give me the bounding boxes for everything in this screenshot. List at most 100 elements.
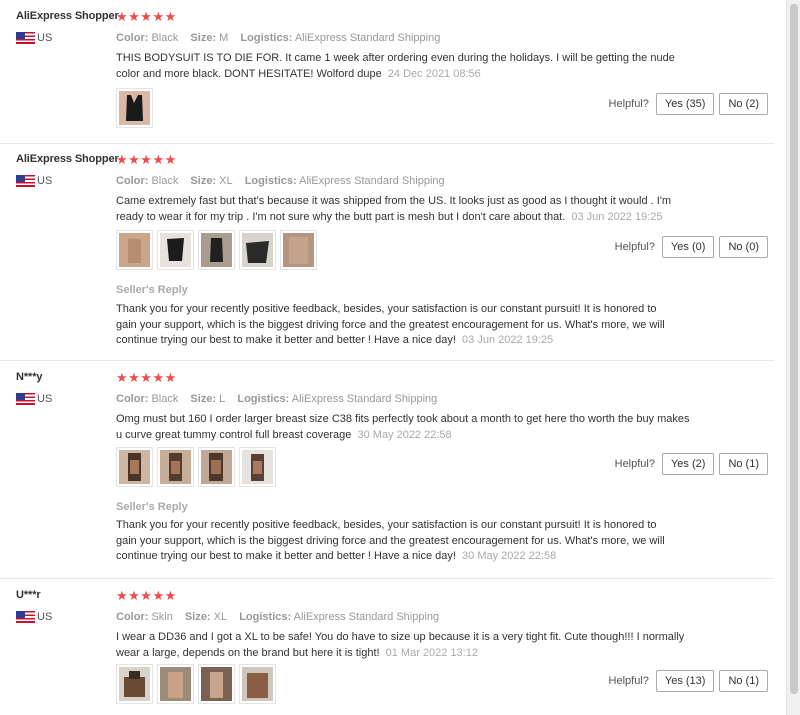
- helpful-no-button[interactable]: No (0): [719, 236, 768, 258]
- color-label: Color:: [116, 611, 149, 623]
- helpful-vote: Helpful? Yes (13) No (1): [609, 670, 768, 692]
- logistics-label: Logistics:: [237, 393, 290, 405]
- logistics-label: Logistics:: [239, 611, 292, 623]
- review-text: Came extremely fast but that's because i…: [116, 194, 696, 225]
- review-photo-thumbnail[interactable]: [157, 230, 194, 270]
- size-value: L: [219, 393, 226, 405]
- scrollbar-thumb[interactable]: [790, 4, 798, 694]
- star-rating: ★★★★★: [116, 152, 177, 167]
- seller-reply-title: Seller's Reply: [116, 501, 188, 513]
- country-code: US: [37, 393, 53, 405]
- photo-image: [201, 667, 232, 701]
- helpful-no-button[interactable]: No (1): [719, 453, 768, 475]
- logistics-value: AliExpress Standard Shipping: [291, 393, 438, 405]
- helpful-label: Helpful?: [608, 98, 649, 110]
- helpful-label: Helpful?: [608, 675, 649, 687]
- review-item: U***r US ★★★★★ Color: Skin Size: XL Logi…: [0, 589, 774, 715]
- review-date: 01 Mar 2022 13:12: [385, 646, 478, 659]
- photo-image: [160, 450, 191, 484]
- us-flag-icon: [16, 175, 35, 187]
- review-photo-thumbnail[interactable]: [198, 664, 235, 704]
- helpful-no-button[interactable]: No (2): [719, 93, 768, 115]
- review-photo-thumbnail[interactable]: [116, 230, 153, 270]
- review-photo-thumbnail[interactable]: [116, 88, 153, 128]
- review-text: I wear a DD36 and I got a XL to be safe!…: [116, 630, 696, 661]
- photo-image: [119, 667, 150, 701]
- review-photos: [116, 88, 153, 128]
- helpful-yes-button[interactable]: Yes (2): [661, 453, 715, 475]
- logistics-value: AliExpress Standard Shipping: [294, 32, 441, 44]
- seller-reply-date: 03 Jun 2022 19:25: [462, 334, 554, 346]
- helpful-yes-button[interactable]: Yes (13): [655, 670, 715, 692]
- color-label: Color:: [116, 175, 149, 187]
- us-flag-icon: [16, 611, 35, 623]
- photo-image: [242, 667, 273, 701]
- review-text: THIS BODYSUIT IS TO DIE FOR. It came 1 w…: [116, 51, 696, 82]
- reviewer-info: U***r US: [16, 589, 52, 623]
- country-code: US: [37, 175, 53, 187]
- color-value: Black: [151, 393, 179, 405]
- review-photo-thumbnail[interactable]: [116, 664, 153, 704]
- reviewer-country: US: [16, 175, 52, 187]
- reviewer-country: US: [16, 611, 52, 623]
- color-label: Color:: [116, 32, 149, 44]
- color-value: Black: [151, 175, 179, 187]
- review-photo-thumbnail[interactable]: [116, 447, 153, 487]
- photo-image: [119, 233, 150, 267]
- review-photo-thumbnail[interactable]: [157, 664, 194, 704]
- photo-image: [283, 233, 314, 267]
- color-label: Color:: [116, 393, 149, 405]
- reviewer-info: AliExpress Shopper US: [16, 10, 119, 44]
- logistics-value: AliExpress Standard Shipping: [299, 175, 445, 187]
- review-photo-thumbnail[interactable]: [239, 230, 276, 270]
- photo-image: [242, 450, 273, 484]
- star-rating: ★★★★★: [116, 588, 177, 603]
- review-photo-thumbnail[interactable]: [198, 230, 235, 270]
- review-item: AliExpress Shopper US ★★★★★ Color: Black…: [0, 10, 774, 144]
- review-date: 03 Jun 2022 19:25: [571, 210, 663, 223]
- color-value: Black: [151, 32, 179, 44]
- photo-image: [242, 233, 273, 267]
- seller-reply-body: Thank you for your recently positive fee…: [116, 519, 665, 562]
- size-label: Size:: [190, 175, 217, 187]
- photo-image: [160, 667, 191, 701]
- photo-image: [119, 450, 150, 484]
- seller-reply-title: Seller's Reply: [116, 284, 188, 296]
- size-value: XL: [213, 611, 228, 623]
- star-rating: ★★★★★: [116, 370, 177, 385]
- reviewer-name: AliExpress Shopper: [16, 10, 119, 22]
- review-date: 24 Dec 2021 08:56: [387, 67, 481, 80]
- review-photo-thumbnail[interactable]: [239, 447, 276, 487]
- reviewer-info: AliExpress Shopper US: [16, 153, 119, 187]
- reviewer-country: US: [16, 32, 52, 44]
- review-attributes: Color: Black Size: L Logistics: AliExpre…: [116, 393, 446, 405]
- helpful-label: Helpful?: [614, 241, 655, 253]
- helpful-no-button[interactable]: No (1): [719, 670, 768, 692]
- us-flag-icon: [16, 32, 35, 44]
- review-photo-thumbnail[interactable]: [280, 230, 317, 270]
- helpful-yes-button[interactable]: Yes (0): [661, 236, 715, 258]
- review-photo-thumbnail[interactable]: [198, 447, 235, 487]
- review-photo-thumbnail[interactable]: [157, 447, 194, 487]
- logistics-label: Logistics:: [240, 32, 293, 44]
- seller-reply-text: Thank you for your recently positive fee…: [116, 302, 676, 349]
- seller-reply-date: 30 May 2022 22:58: [462, 550, 557, 562]
- review-attributes: Color: Skin Size: XL Logistics: AliExpre…: [116, 611, 448, 623]
- page-scrollbar[interactable]: [786, 0, 800, 715]
- reviewer-name: AliExpress Shopper: [16, 153, 119, 165]
- helpful-yes-button[interactable]: Yes (35): [655, 93, 715, 115]
- country-code: US: [37, 32, 53, 44]
- review-photos: [116, 230, 317, 270]
- size-value: XL: [219, 175, 233, 187]
- size-label: Size:: [184, 611, 211, 623]
- review-photo-thumbnail[interactable]: [239, 664, 276, 704]
- review-text: Omg must but 160 I order larger breast s…: [116, 412, 696, 443]
- seller-reply-text: Thank you for your recently positive fee…: [116, 518, 676, 565]
- size-value: M: [219, 32, 229, 44]
- reviewer-info: N***y US: [16, 371, 52, 405]
- country-code: US: [37, 611, 53, 623]
- helpful-vote: Helpful? Yes (0) No (0): [615, 236, 768, 258]
- review-date: 30 May 2022 22:58: [357, 428, 452, 441]
- reviewer-name: N***y: [16, 371, 43, 383]
- star-rating: ★★★★★: [116, 9, 177, 24]
